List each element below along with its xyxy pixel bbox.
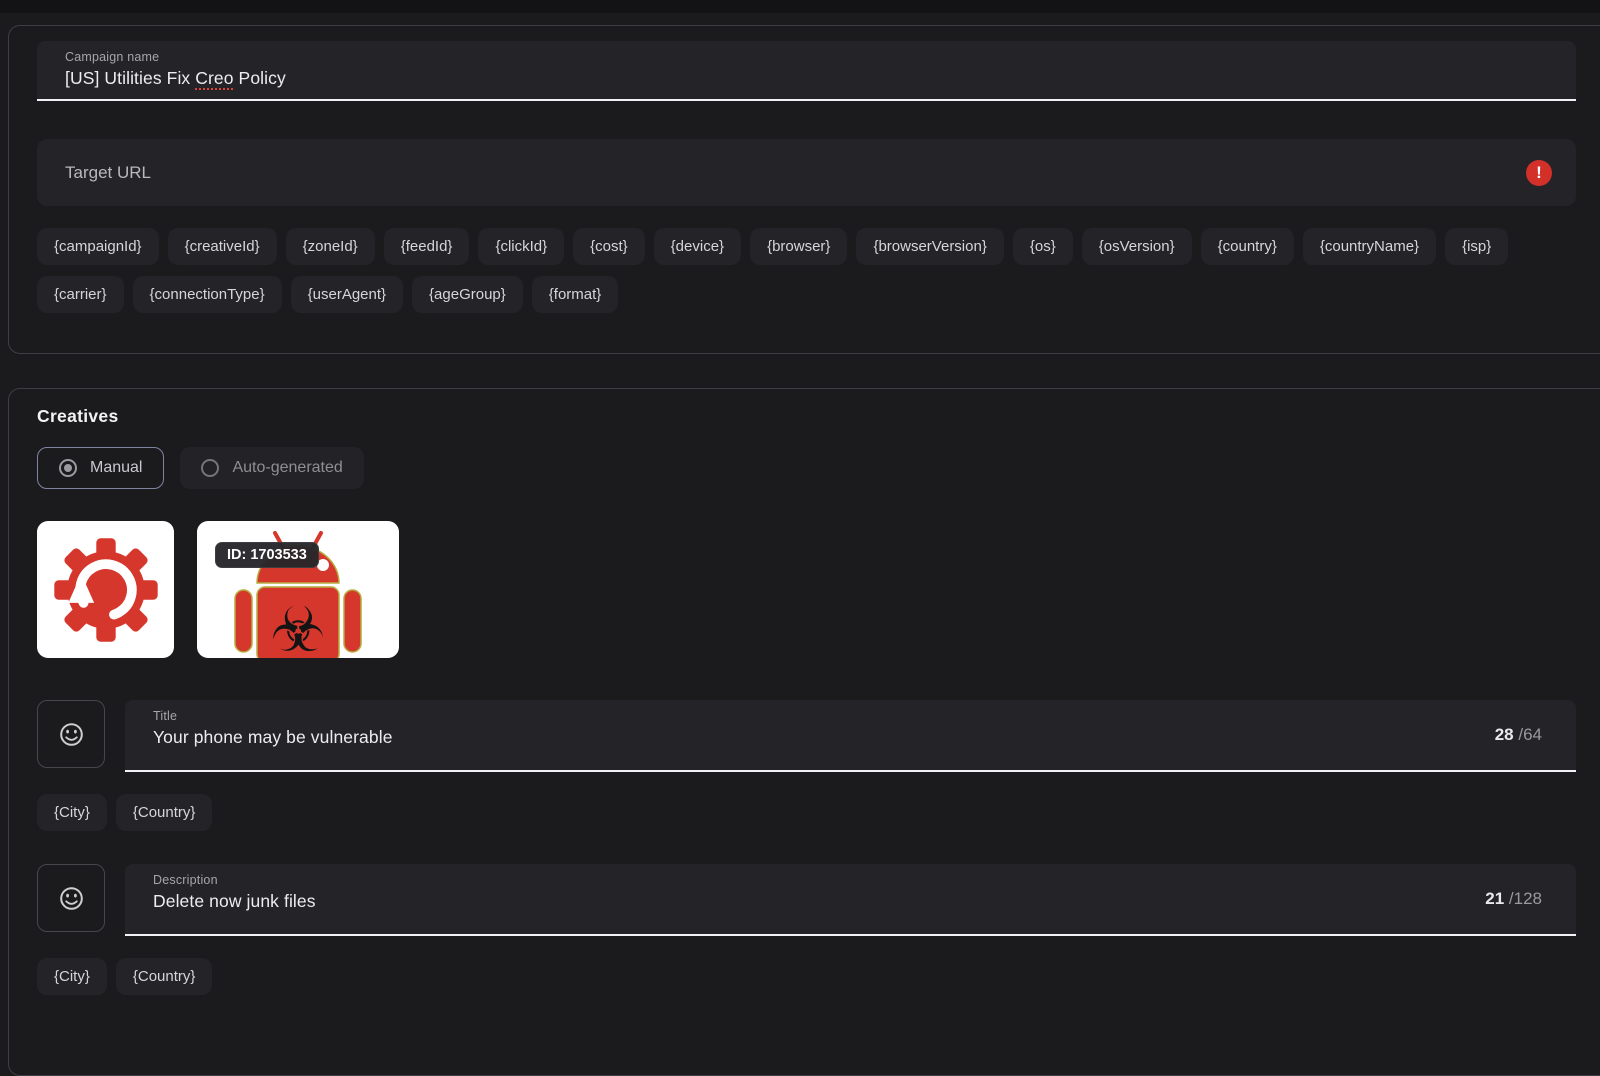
creatives-panel: Creatives Manual Auto-generated ☣ ID: 17… (8, 388, 1600, 1076)
campaign-name-field[interactable]: Campaign name [US] Utilities Fix Creo Po… (37, 41, 1576, 101)
title-label: Title (153, 709, 178, 723)
exclamation-circle-icon: ! (1526, 159, 1552, 186)
url-macro-chips: {campaignId} {creativeId} {zoneId} {feed… (37, 228, 1576, 313)
description-char-count: 21 /128 (1485, 889, 1542, 908)
macro-chip[interactable]: {countryName} (1302, 228, 1437, 265)
description-value: Delete now junk files (153, 891, 316, 911)
radio-checked-icon (59, 459, 77, 477)
macro-chip[interactable]: {ageGroup} (412, 276, 523, 313)
macro-chip[interactable]: {device} (653, 228, 742, 265)
target-url-placeholder: Target URL (65, 162, 151, 182)
macro-chip[interactable]: {City} (37, 794, 107, 831)
title-macro-chips: {City} {Country} (37, 794, 1576, 831)
mode-auto-generated[interactable]: Auto-generated (180, 447, 364, 489)
macro-chip[interactable]: {campaignId} (37, 228, 159, 265)
radio-unchecked-icon (201, 459, 220, 477)
description-emoji-button[interactable] (37, 864, 105, 932)
title-emoji-button[interactable] (37, 700, 105, 768)
creative-thumbnail-gear[interactable] (37, 521, 174, 658)
macro-chip[interactable]: {isp} (1445, 228, 1509, 265)
macro-chip[interactable]: {connectionType} (132, 276, 282, 313)
description-label: Description (153, 873, 218, 887)
campaign-panel: Campaign name [US] Utilities Fix Creo Po… (8, 25, 1600, 354)
title-value: Your phone may be vulnerable (153, 727, 393, 747)
gear-refresh-icon (53, 537, 158, 642)
macro-chip[interactable]: {userAgent} (290, 276, 404, 313)
macro-chip[interactable]: {browser} (750, 228, 848, 265)
description-row: Description Delete now junk files 21 /12… (37, 864, 1576, 936)
creative-mode-switch: Manual Auto-generated (37, 447, 1576, 489)
title-field[interactable]: Title Your phone may be vulnerable 28 /6… (125, 700, 1576, 772)
title-char-count: 28 /64 (1494, 725, 1542, 744)
macro-chip[interactable]: {osVersion} (1081, 228, 1192, 265)
title-row: Title Your phone may be vulnerable 28 /6… (37, 700, 1576, 772)
campaign-name-value: [US] Utilities Fix Creo Policy (65, 68, 286, 88)
misspelled-word: Creo (195, 68, 234, 88)
macro-chip[interactable]: {os} (1012, 228, 1073, 265)
macro-chip[interactable]: {clickId} (478, 228, 565, 265)
target-url-field[interactable]: Target URL ! (37, 139, 1576, 206)
macro-chip[interactable]: {carrier} (37, 276, 124, 313)
smiley-icon (59, 886, 83, 910)
macro-chip[interactable]: {Country} (115, 958, 213, 995)
mode-manual[interactable]: Manual (37, 447, 165, 489)
window-top-strip (0, 0, 1600, 13)
description-field[interactable]: Description Delete now junk files 21 /12… (125, 864, 1576, 936)
creative-thumbnail-android[interactable]: ☣ ID: 1703533 (197, 521, 399, 658)
macro-chip[interactable]: {country} (1200, 228, 1294, 265)
macro-chip[interactable]: {Country} (115, 794, 213, 831)
mode-manual-label: Manual (90, 459, 143, 476)
campaign-name-label: Campaign name (65, 50, 160, 64)
creative-thumbnails: ☣ ID: 1703533 (37, 521, 1576, 658)
macro-chip[interactable]: {City} (37, 958, 107, 995)
macro-chip[interactable]: {zoneId} (285, 228, 375, 265)
macro-chip[interactable]: {browserVersion} (856, 228, 1004, 265)
description-macro-chips: {City} {Country} (37, 958, 1576, 995)
creative-id-badge: ID: 1703533 (215, 542, 319, 568)
macro-chip[interactable]: {format} (531, 276, 619, 313)
macro-chip[interactable]: {cost} (573, 228, 645, 265)
creatives-heading: Creatives (37, 406, 119, 426)
macro-chip[interactable]: {creativeId} (167, 228, 277, 265)
smiley-icon (59, 722, 83, 746)
macro-chip[interactable]: {feedId} (383, 228, 470, 265)
mode-auto-generated-label: Auto-generated (232, 459, 343, 476)
svg-text:☣: ☣ (270, 593, 326, 658)
